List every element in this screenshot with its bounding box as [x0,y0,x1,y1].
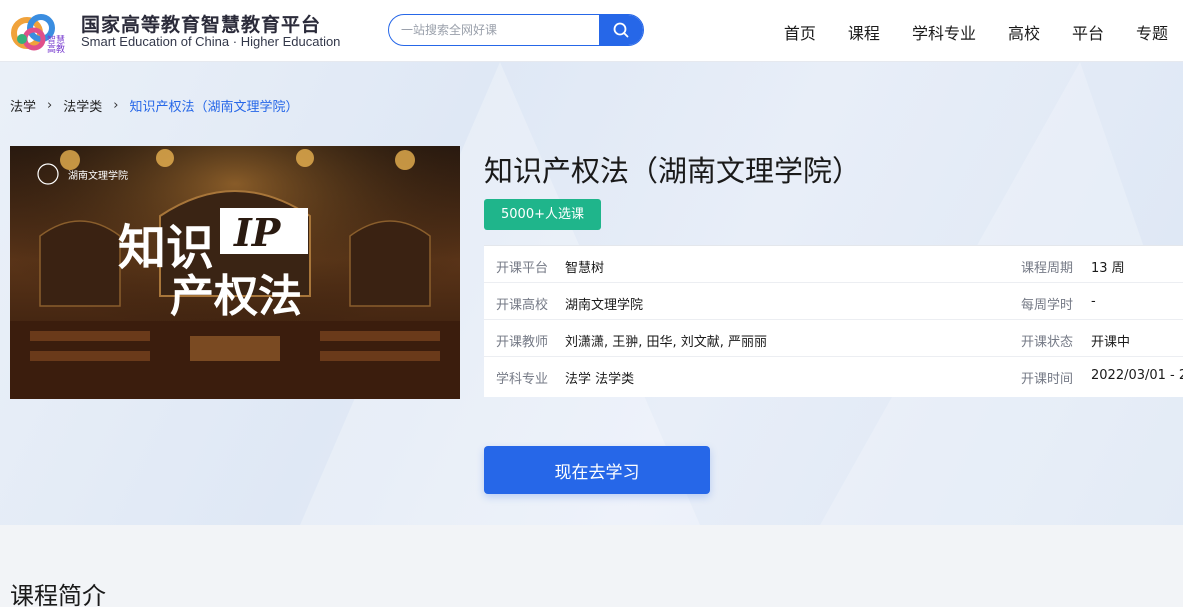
info-value: 法学 法学类 [565,372,635,387]
brand-title-en[interactable]: Smart Education of China · Higher Educat… [81,34,340,49]
nav-courses[interactable]: 课程 [848,20,880,44]
info-value: 湖南文理学院 [565,298,644,313]
main-nav: 首页 课程 学科专业 高校 平台 专题 [752,20,1168,44]
enrollment-badge: 5000+人选课 [484,199,601,230]
svg-text:高教: 高教 [47,43,65,53]
platform-logo[interactable]: 智慧 高教 [10,9,66,53]
nav-home[interactable]: 首页 [784,20,816,44]
breadcrumb-item-law-category[interactable]: 法学类 [63,96,102,115]
breadcrumb: 法学 › 法学类 › 知识产权法（湖南文理学院） [10,96,298,115]
course-info-table: 开课平台 智慧树 课程周期 13 周 开课高校 湖南文理学院 每周学时 - 开课… [484,245,1183,397]
svg-text:湖南文理学院: 湖南文理学院 [68,169,128,182]
start-learning-button[interactable]: 现在去学习 [484,446,710,494]
svg-text:产权法: 产权法 [170,271,302,322]
svg-text:IP: IP [233,210,282,255]
info-label: 开课教师 [496,335,549,350]
info-label: 开课高校 [496,298,549,313]
info-row: 学科专业 法学 法学类 开课时间 2022/03/01 - 2 [484,357,1183,394]
search-box [388,14,644,46]
nav-topics[interactable]: 专题 [1136,20,1168,44]
chevron-right-icon: › [113,98,119,113]
course-hero: 法学 › 法学类 › 知识产权法（湖南文理学院） 湖南文理学院 知识 IP 产权… [0,62,1183,525]
info-value: 智慧树 [565,261,605,276]
info-label: 开课时间 [1021,372,1074,387]
course-intro-heading: 课程简介 [10,582,106,607]
info-value: - [1091,294,1096,309]
info-label: 课程周期 [1021,261,1074,276]
course-cover-image: 湖南文理学院 知识 IP 产权法 [10,146,460,399]
info-value: 开课中 [1091,335,1131,350]
search-button[interactable] [599,15,643,45]
info-row: 开课平台 智慧树 课程周期 13 周 [484,246,1183,283]
top-header: 智慧 高教 国家高等教育智慧教育平台 Smart Education of Ch… [0,0,1183,62]
course-title: 知识产权法（湖南文理学院） [484,154,862,188]
info-label: 开课平台 [496,261,549,276]
info-value: 刘潇潇, 王翀, 田华, 刘文献, 严丽丽 [565,335,768,350]
chevron-right-icon: › [47,98,53,113]
info-value: 2022/03/01 - 2 [1091,368,1183,383]
search-icon [613,22,629,38]
info-label: 每周学时 [1021,298,1074,313]
brand-title-cn[interactable]: 国家高等教育智慧教育平台 [81,10,321,37]
info-row: 开课高校 湖南文理学院 每周学时 - [484,283,1183,320]
breadcrumb-current: 知识产权法（湖南文理学院） [129,100,299,115]
nav-platforms[interactable]: 平台 [1072,20,1104,44]
info-value: 13 周 [1091,261,1125,276]
info-row: 开课教师 刘潇潇, 王翀, 田华, 刘文献, 严丽丽 开课状态 开课中 [484,320,1183,357]
svg-text:知识: 知识 [118,220,214,276]
search-input[interactable] [389,15,601,45]
info-label: 学科专业 [496,372,549,387]
info-label: 开课状态 [1021,335,1074,350]
nav-universities[interactable]: 高校 [1008,20,1040,44]
nav-disciplines[interactable]: 学科专业 [912,20,976,44]
breadcrumb-item-law[interactable]: 法学 [10,96,36,115]
